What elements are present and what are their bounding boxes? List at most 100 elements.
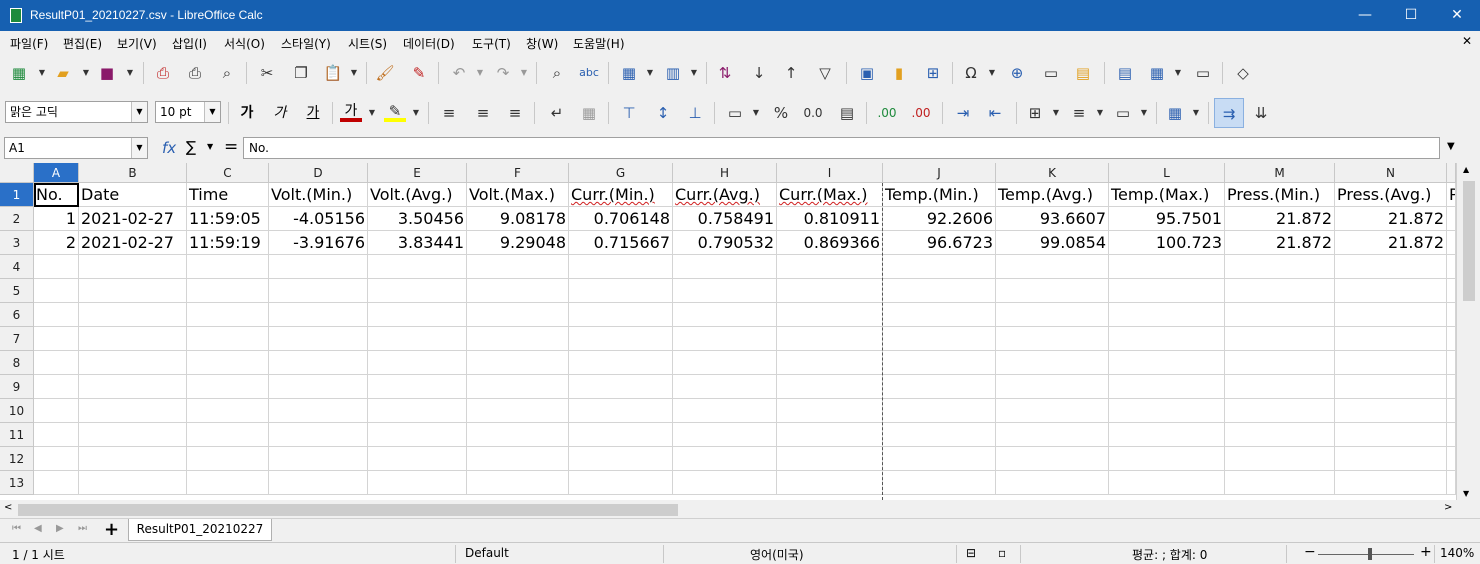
menu-edit[interactable]: 편집(E): [63, 35, 102, 52]
column-header[interactable]: D: [269, 163, 368, 183]
data-cell[interactable]: [569, 375, 673, 399]
special-character-dropdown-icon[interactable]: ▼: [988, 62, 996, 84]
data-cell[interactable]: [1447, 399, 1456, 423]
data-cell[interactable]: 0.758491: [673, 207, 777, 231]
data-cell[interactable]: [187, 399, 269, 423]
conditional-format-icon[interactable]: ▦: [1164, 102, 1186, 124]
data-cell[interactable]: [467, 375, 569, 399]
align-center-icon[interactable]: ≡: [472, 102, 494, 124]
data-cell[interactable]: [996, 279, 1109, 303]
data-cell[interactable]: [1225, 399, 1335, 423]
menu-styles[interactable]: 스타일(Y): [281, 35, 331, 52]
data-cell[interactable]: [79, 279, 187, 303]
data-cell[interactable]: [1335, 471, 1447, 495]
spreadsheet-grid[interactable]: A B C D E F G H I J K L M N 1 2 3 4 5 6 …: [0, 163, 1456, 500]
data-cell[interactable]: [187, 255, 269, 279]
data-cell[interactable]: [1335, 447, 1447, 471]
data-cell[interactable]: [673, 399, 777, 423]
data-cell[interactable]: [34, 375, 79, 399]
insert-image-icon[interactable]: ▣: [856, 62, 878, 84]
font-color-dropdown-icon[interactable]: ▼: [368, 102, 376, 124]
chevron-down-icon[interactable]: ▼: [131, 102, 147, 122]
scroll-left-icon[interactable]: <: [4, 502, 12, 513]
scroll-down-icon[interactable]: ▼: [1463, 489, 1469, 498]
minimize-button[interactable]: —: [1342, 0, 1388, 31]
data-cell[interactable]: [79, 375, 187, 399]
save-dropdown-icon[interactable]: ▼: [126, 62, 134, 84]
column-header[interactable]: N: [1335, 163, 1447, 183]
currency-format-icon[interactable]: ▭: [724, 102, 746, 124]
data-cell[interactable]: [368, 375, 467, 399]
data-cell[interactable]: [1225, 279, 1335, 303]
merge-cells-icon[interactable]: ▦: [578, 102, 600, 124]
highlight-dropdown-icon[interactable]: ▼: [412, 102, 420, 124]
data-cell[interactable]: [569, 423, 673, 447]
data-cell[interactable]: [569, 351, 673, 375]
data-cell[interactable]: 9.08178: [467, 207, 569, 231]
data-cell[interactable]: [79, 471, 187, 495]
horizontal-scroll-thumb[interactable]: [18, 504, 678, 516]
data-cell[interactable]: [368, 447, 467, 471]
menu-insert[interactable]: 삽입(I): [172, 35, 207, 52]
menu-sheet[interactable]: 시트(S): [348, 35, 387, 52]
data-cell[interactable]: 1: [34, 207, 79, 231]
data-cell[interactable]: [187, 423, 269, 447]
borders-dropdown-icon[interactable]: ▼: [1052, 102, 1060, 124]
vertical-scroll-thumb[interactable]: [1463, 181, 1475, 301]
data-cell[interactable]: [187, 279, 269, 303]
data-cell[interactable]: [777, 399, 883, 423]
data-cell[interactable]: [187, 303, 269, 327]
data-cell[interactable]: 0.810911: [777, 207, 883, 231]
data-cell[interactable]: [996, 471, 1109, 495]
data-cell[interactable]: [1109, 471, 1225, 495]
data-cell[interactable]: [187, 327, 269, 351]
data-cell[interactable]: [1225, 351, 1335, 375]
data-cell[interactable]: [34, 303, 79, 327]
align-left-icon[interactable]: ≡: [438, 102, 460, 124]
scroll-up-icon[interactable]: ▲: [1463, 165, 1469, 174]
data-cell[interactable]: [777, 303, 883, 327]
data-cell[interactable]: 93.6607: [996, 207, 1109, 231]
menu-format[interactable]: 서식(O): [224, 35, 265, 52]
font-color-button[interactable]: 가: [340, 100, 362, 122]
border-style-dropdown-icon[interactable]: ▼: [1096, 102, 1104, 124]
new-icon[interactable]: ▦: [8, 62, 30, 84]
freeze-rows-columns-icon[interactable]: ▦: [1146, 62, 1168, 84]
column-icon[interactable]: ▥: [662, 62, 684, 84]
next-sheet-icon[interactable]: ▶: [56, 523, 64, 534]
last-sheet-icon[interactable]: ⏭: [78, 523, 87, 534]
column-header[interactable]: K: [996, 163, 1109, 183]
menu-help[interactable]: 도움말(H): [573, 35, 625, 52]
open-dropdown-icon[interactable]: ▼: [82, 62, 90, 84]
currency-dropdown-icon[interactable]: ▼: [752, 102, 760, 124]
data-cell[interactable]: [467, 327, 569, 351]
data-cell[interactable]: [777, 423, 883, 447]
header-cell[interactable]: P: [1447, 183, 1456, 207]
data-cell[interactable]: [883, 471, 996, 495]
decrease-indent-icon[interactable]: ⇤: [984, 102, 1006, 124]
data-cell[interactable]: [1335, 303, 1447, 327]
data-cell[interactable]: [1225, 447, 1335, 471]
data-cell[interactable]: [883, 303, 996, 327]
data-cell[interactable]: [1109, 303, 1225, 327]
data-cell[interactable]: 3.50456: [368, 207, 467, 231]
data-cell[interactable]: [1109, 423, 1225, 447]
date-format-icon[interactable]: ▤: [836, 102, 858, 124]
data-cell[interactable]: [34, 279, 79, 303]
text-direction-ltr-icon[interactable]: ⇉: [1214, 98, 1244, 128]
data-cell[interactable]: [79, 351, 187, 375]
first-sheet-icon[interactable]: ⏮: [12, 523, 21, 534]
sort-descending-icon[interactable]: ↑: [780, 62, 802, 84]
paste-icon[interactable]: 📋: [322, 62, 344, 84]
select-all-corner[interactable]: [0, 163, 34, 183]
undo-dropdown-icon[interactable]: ▼: [476, 62, 484, 84]
column-header[interactable]: G: [569, 163, 673, 183]
data-cell[interactable]: [269, 399, 368, 423]
data-cell[interactable]: [1109, 447, 1225, 471]
maximize-button[interactable]: ☐: [1388, 0, 1434, 31]
data-cell[interactable]: [673, 423, 777, 447]
percent-format-button[interactable]: %: [770, 102, 792, 124]
data-cell[interactable]: [569, 447, 673, 471]
save-icon[interactable]: ■: [96, 62, 118, 84]
chevron-down-icon[interactable]: ▼: [204, 102, 220, 122]
